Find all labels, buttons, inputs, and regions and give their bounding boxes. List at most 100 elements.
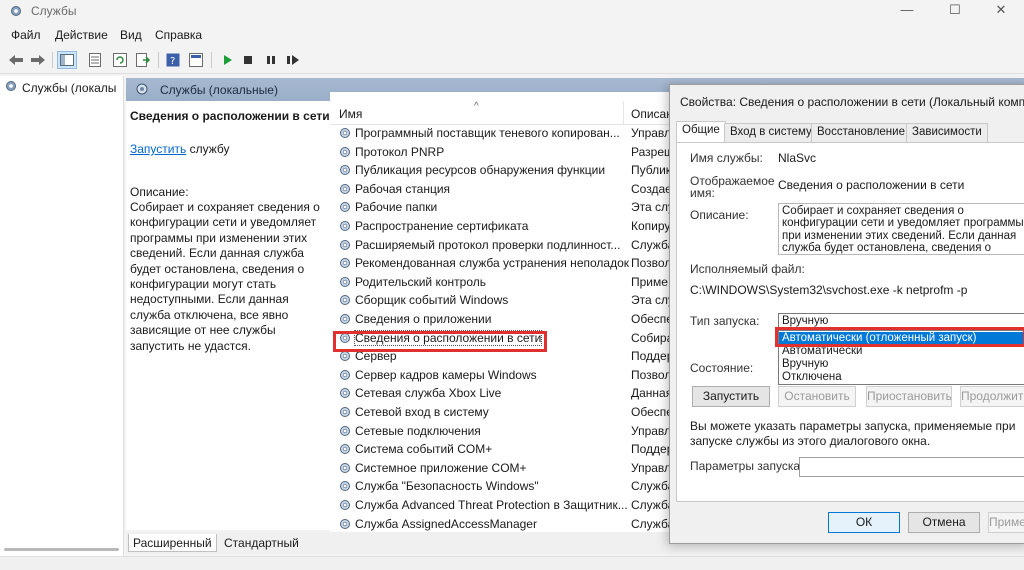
help-topics-icon[interactable] (186, 51, 206, 69)
menu-help[interactable]: Справка (155, 28, 202, 42)
resume-button[interactable]: Продолжить (960, 386, 1024, 407)
column-separator[interactable] (623, 101, 624, 125)
service-row[interactable]: Сетевая служба Xbox Live Данная (330, 384, 670, 402)
service-row[interactable]: Расширяемый протокол проверки подлинност… (330, 236, 670, 254)
tab-standard[interactable]: Стандартный (220, 534, 303, 552)
close-button[interactable]: ✕ (978, 0, 1024, 22)
start-button[interactable]: Запустить (692, 386, 770, 407)
tab-recovery[interactable]: Восстановление (811, 123, 911, 142)
forward-arrow-icon[interactable] (28, 51, 48, 69)
show-console-tree-icon[interactable] (57, 51, 77, 69)
tree-item-services[interactable]: Службы (локалы (4, 79, 116, 96)
service-row[interactable]: Сведения о приложении Обеспе (330, 310, 670, 328)
service-row[interactable]: Протокол PNRP Разреш (330, 143, 670, 161)
description-label: Описание: (690, 208, 749, 222)
service-row[interactable]: Сборщик событий Windows Эта слу (330, 291, 670, 309)
service-row[interactable]: Сетевой вход в систему Обеспе (330, 403, 670, 421)
refresh-icon[interactable] (110, 51, 130, 69)
export-list-icon[interactable] (133, 51, 153, 69)
service-properties-dialog: Свойства: Сведения о расположении в сети… (669, 84, 1024, 544)
column-header-description[interactable]: Описание (631, 107, 670, 121)
description-textbox[interactable]: Собирает и сохраняет сведения о конфигур… (778, 203, 1024, 255)
service-row[interactable]: Сетевые подключения Управл (330, 422, 670, 440)
toolbar-separator (52, 52, 53, 68)
service-description: Копиру (631, 219, 670, 233)
tree-item-label: Службы (локалы (22, 80, 117, 95)
dialog-tabs: Общие Вход в систему Восстановление Зави… (676, 121, 1024, 143)
maximize-button[interactable]: ☐ (932, 0, 978, 22)
start-service-play-icon[interactable] (217, 51, 237, 69)
service-description: Поддер (631, 349, 670, 364)
minimize-button[interactable]: — (884, 0, 930, 22)
service-row[interactable]: Родительский контроль Приме (330, 273, 670, 291)
service-gear-icon (338, 182, 352, 199)
service-row[interactable]: Система событий COM+ Поддер (330, 440, 670, 458)
description-label: Описание: (130, 185, 189, 199)
svg-text:?: ? (170, 56, 175, 67)
highlight-startup-option (775, 327, 1024, 347)
apply-button[interactable]: Применить (988, 512, 1024, 533)
service-row[interactable]: Служба Advanced Threat Protection в Защи… (330, 496, 670, 514)
pause-button[interactable]: Приостановить (866, 386, 952, 407)
stop-service-icon[interactable] (238, 51, 258, 69)
service-row[interactable]: Программный поставщик теневого копирован… (330, 124, 670, 142)
service-row[interactable]: Рабочая станция Создае (330, 180, 670, 198)
service-description: Позвол (631, 256, 670, 271)
service-gear-icon (338, 256, 352, 273)
service-row[interactable]: Публикация ресурсов обнаружения функции П… (330, 161, 670, 179)
option-manual[interactable]: Вручную (779, 358, 1024, 371)
cancel-button[interactable]: Отмена (908, 512, 980, 533)
service-description: Управл (631, 423, 670, 438)
service-row[interactable]: Распространение сертификата Копиру (330, 217, 670, 235)
service-description: Создае (631, 181, 670, 196)
service-row[interactable]: Служба AssignedAccessManager Служба (330, 515, 670, 532)
service-row[interactable]: Рекомендованная служба устранения непола… (330, 254, 670, 272)
tab-general[interactable]: Общие (676, 121, 726, 143)
restart-service-icon[interactable] (283, 51, 303, 69)
service-gear-icon (338, 312, 352, 329)
option-disabled[interactable]: Отключена (779, 371, 1024, 384)
start-parameters-input[interactable] (799, 457, 1024, 477)
pause-service-icon[interactable] (261, 51, 281, 69)
tab-log-on[interactable]: Вход в систему (724, 123, 818, 142)
tab-dependencies[interactable]: Зависимости (906, 123, 988, 142)
menu-action[interactable]: Действие (55, 28, 108, 42)
tab-extended[interactable]: Расширенный (128, 534, 217, 552)
service-row[interactable]: Служба "Безопасность Windows" Служба (330, 477, 670, 495)
service-gear-icon (338, 145, 352, 162)
service-description: Публик (631, 163, 670, 178)
service-gear-icon (338, 405, 352, 422)
service-row[interactable]: Системное приложение COM+ Управл (330, 459, 670, 477)
service-description: Приме (631, 274, 668, 289)
service-name: Сервер кадров камеры Windows (355, 367, 537, 382)
services-list: ^ Имя Описание Программный поставщик тен… (330, 92, 670, 532)
service-gear-icon (338, 461, 352, 478)
executable-path: C:\WINDOWS\System32\svchost.exe -k netpr… (690, 283, 968, 297)
properties-sheet-icon[interactable] (85, 51, 105, 69)
tree-horizontal-scrollbar[interactable] (4, 548, 119, 551)
start-service-line: Запустить службу (130, 142, 229, 156)
service-description: Служба (631, 498, 670, 512)
service-gear-icon (338, 498, 352, 515)
service-name: Публикация ресурсов обнаружения функции (355, 163, 606, 178)
back-arrow-icon[interactable] (6, 51, 26, 69)
menu-file[interactable]: Файл (11, 28, 41, 42)
column-header-name[interactable]: Имя (339, 107, 362, 121)
status-bar (0, 556, 1024, 570)
service-name-value: NlaSvc (778, 151, 817, 165)
service-row[interactable]: Сервер кадров камеры Windows Позвол (330, 366, 670, 384)
toolbar: ? (0, 46, 1024, 74)
start-service-link[interactable]: Запустить (130, 142, 186, 156)
service-row[interactable]: Рабочие папки Эта слу (330, 198, 670, 216)
toolbar-separator (158, 52, 159, 68)
service-description: Эта слу (631, 200, 670, 215)
help-icon[interactable]: ? (163, 51, 183, 69)
ok-button[interactable]: ОК (828, 512, 900, 533)
service-gear-icon (338, 424, 352, 441)
title-bar: Службы — ☐ ✕ (0, 0, 1024, 22)
service-name: Программный поставщик теневого копирован… (355, 126, 620, 140)
menu-view[interactable]: Вид (120, 28, 142, 42)
service-description: Служба (631, 237, 670, 252)
service-name-label: Имя службы: (690, 151, 763, 165)
stop-button[interactable]: Остановить (778, 386, 856, 407)
